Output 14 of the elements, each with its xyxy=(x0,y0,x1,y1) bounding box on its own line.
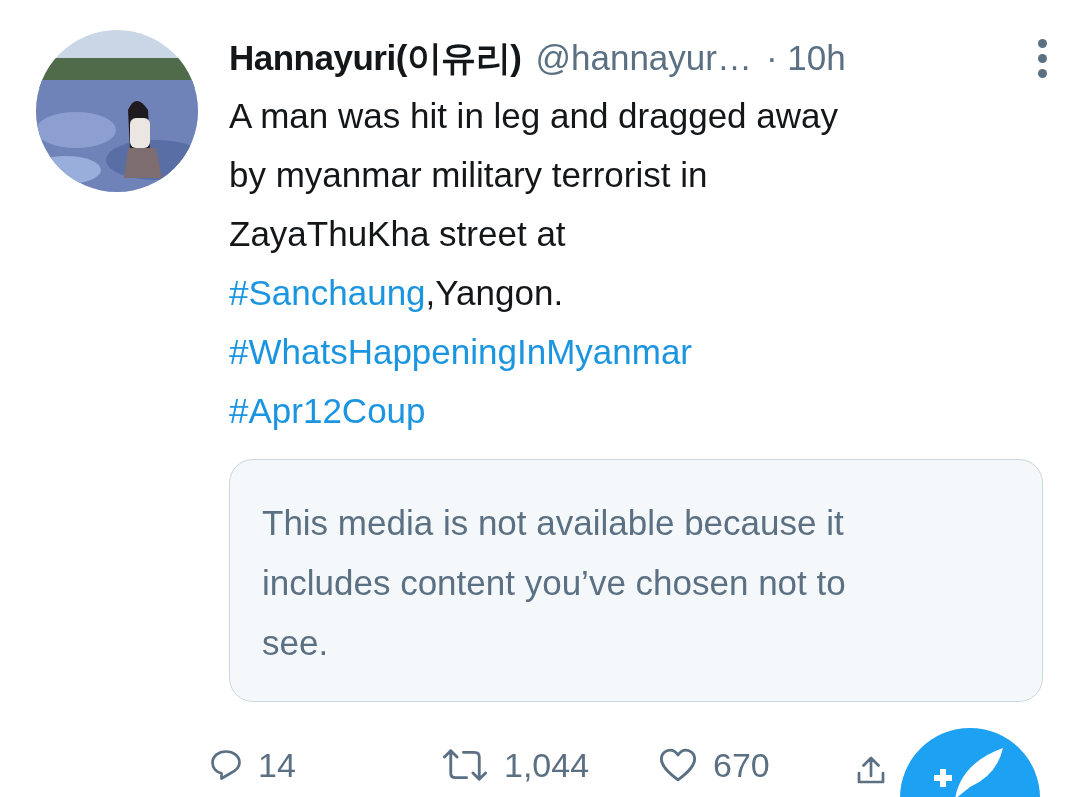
tweet-text: ,Yangon. xyxy=(425,273,564,312)
hashtag-link[interactable]: #WhatsHappeningInMyanmar xyxy=(229,332,692,371)
action-count: 670 xyxy=(713,745,770,785)
media-unavailable-notice: This media is not available because it includes content you’ve chosen not to see. xyxy=(229,459,1043,702)
author-handle[interactable]: @hannayur… xyxy=(535,30,752,86)
tweet-text: A man was hit in leg and dragged away xyxy=(229,96,838,135)
tweet-time[interactable]: · 10h xyxy=(765,30,846,86)
tweet-text: ZayaThuKha street at xyxy=(229,214,566,253)
hashtag-link[interactable]: #Apr12Coup xyxy=(229,391,426,430)
hashtag-link[interactable]: #Sanchaung xyxy=(229,273,426,312)
author-name[interactable]: Hannayuri(이유리) xyxy=(229,30,522,86)
action-count: 1,044 xyxy=(504,745,590,785)
action-count: 14 xyxy=(258,745,296,785)
tweet-text: by myanmar military terrorist in xyxy=(229,155,708,194)
